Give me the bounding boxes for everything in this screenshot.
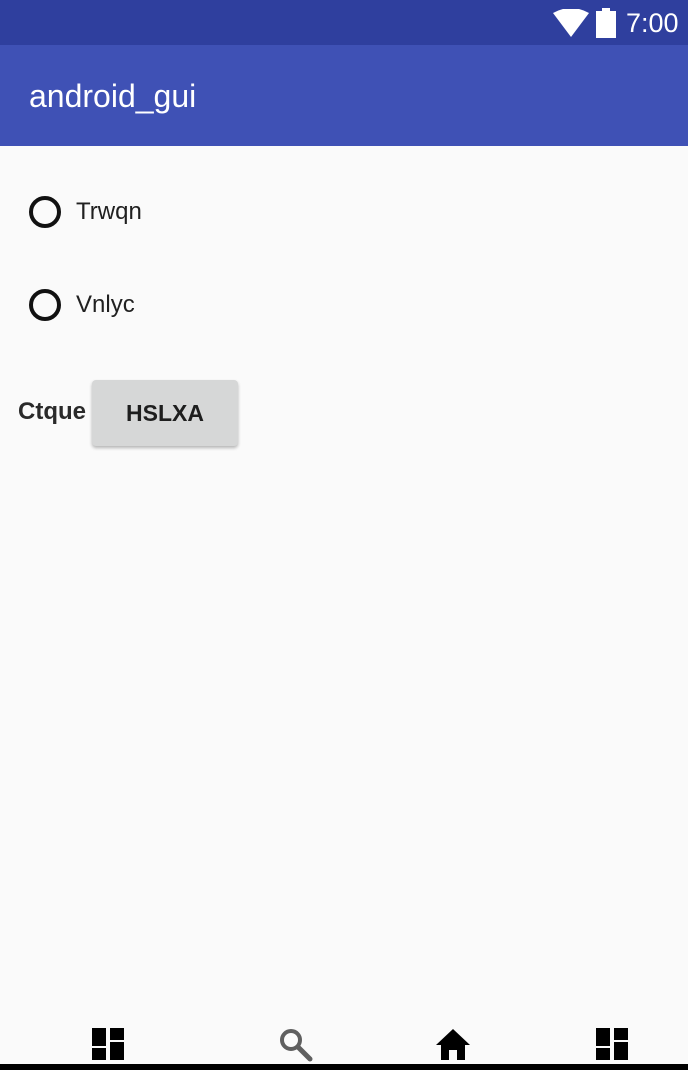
radio-option-trwqn[interactable]: Trwqn: [20, 182, 142, 242]
app-bar: android_gui: [0, 45, 688, 146]
radio-unchecked-icon[interactable]: [29, 289, 61, 321]
radio-unchecked-icon[interactable]: [29, 196, 61, 228]
navigation-bar-divider: [0, 1064, 688, 1070]
radio-label: Trwqn: [76, 198, 142, 225]
search-icon[interactable]: [277, 1026, 313, 1062]
hslxa-button[interactable]: HSLXA: [92, 380, 238, 446]
wifi-icon: [553, 9, 589, 37]
home-icon[interactable]: [435, 1026, 471, 1062]
battery-icon: [596, 8, 616, 38]
radio-option-vnlyc[interactable]: Vnlyc: [20, 275, 135, 335]
status-bar: 7:00: [0, 0, 688, 45]
field-label: Ctque: [18, 398, 86, 425]
radio-label: Vnlyc: [76, 291, 135, 318]
dashboard-icon[interactable]: [90, 1026, 126, 1062]
app-title: android_gui: [29, 78, 197, 114]
status-time: 7:00: [626, 8, 679, 38]
dashboard-icon[interactable]: [594, 1026, 630, 1062]
